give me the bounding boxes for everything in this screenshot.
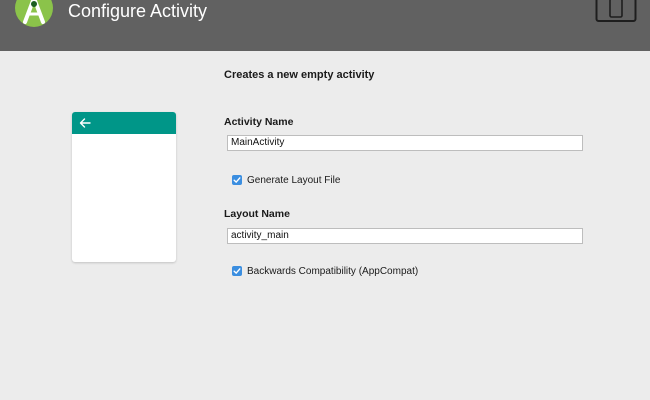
tablet-phone-icon: [595, 0, 637, 22]
backwards-compat-checkbox[interactable]: [232, 266, 242, 276]
layout-name-label: Layout Name: [224, 208, 290, 220]
wizard-header: Configure Activity: [0, 0, 650, 51]
activity-name-label: Activity Name: [224, 116, 294, 128]
generate-layout-checkbox[interactable]: [232, 175, 242, 185]
activity-description: Creates a new empty activity: [224, 69, 375, 81]
layout-name-field[interactable]: [227, 228, 583, 244]
generate-layout-label[interactable]: Generate Layout File: [247, 175, 340, 186]
checkmark-icon: [233, 177, 241, 183]
arrow-back-icon: [79, 118, 91, 128]
android-studio-logo-icon: [15, 0, 53, 27]
activity-preview: [72, 112, 176, 262]
preview-app-bar: [72, 112, 176, 134]
backwards-compat-checkbox-row[interactable]: Backwards Compatibility (AppCompat): [232, 265, 418, 277]
generate-layout-checkbox-row[interactable]: Generate Layout File: [232, 174, 340, 186]
backwards-compat-label[interactable]: Backwards Compatibility (AppCompat): [247, 266, 418, 277]
page-title: Configure Activity: [68, 1, 208, 21]
activity-name-field[interactable]: [227, 135, 583, 151]
checkmark-icon: [233, 268, 241, 274]
